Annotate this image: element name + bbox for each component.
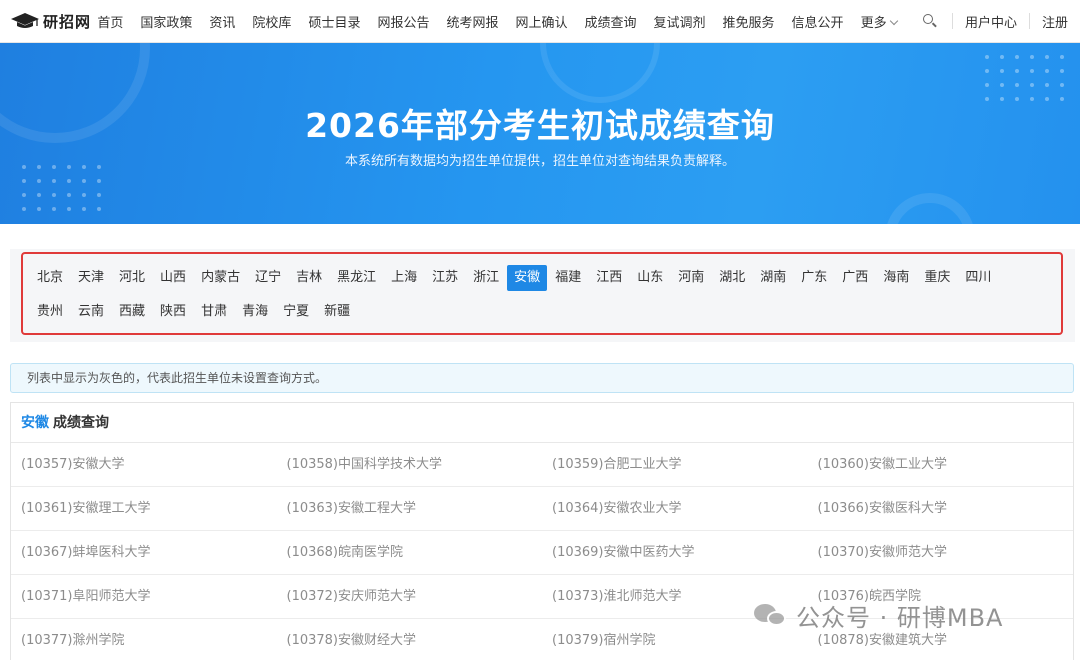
university-link: (10369)安徽中医药大学 — [552, 545, 695, 560]
search-icon[interactable] — [922, 13, 937, 29]
university-link: (10366)安徽医科大学 — [817, 501, 948, 516]
main-menu: 首页 国家政策 资讯 院校库 硕士目录 网报公告 统考网报 网上确认 成绩查询 复试调剂 推免服务信… — [97, 12, 913, 31]
university-link: (10357)安徽大学 — [21, 457, 125, 472]
nav-item[interactable]: 首页 — [97, 12, 123, 31]
watermark-text: 公众号 · 研博MBA — [796, 604, 1004, 632]
dot — [37, 207, 41, 211]
dot — [97, 193, 101, 197]
results-heading: 安徽 成绩查询 — [11, 403, 1073, 443]
dot — [22, 207, 26, 211]
dot — [985, 55, 989, 59]
university-link: (10370)安徽师范大学 — [817, 545, 948, 560]
university-link: (10359)合肥工业大学 — [552, 457, 682, 472]
dot — [97, 179, 101, 183]
site-logo[interactable]: 研招网 — [10, 11, 97, 32]
nav-divider — [952, 13, 954, 29]
page-subtitle: 本系统所有数据均为招生单位提供，招生单位对查询结果负责解释。 — [344, 154, 735, 169]
decorative-dots — [985, 55, 1065, 101]
dot — [1030, 83, 1034, 87]
dot — [1045, 69, 1049, 73]
university-link: (10363)安徽工程大学 — [286, 501, 417, 516]
dot — [82, 193, 86, 197]
dot — [52, 193, 56, 197]
nav-item-more-label: 更多 — [860, 15, 887, 31]
nav-item[interactable]: 推免服务 — [723, 12, 775, 31]
dot — [37, 179, 41, 183]
university-link: (10377)滁州学院 — [21, 633, 125, 648]
university-link: (10368)皖南医学院 — [286, 545, 404, 560]
university-link: (10360)安徽工业大学 — [817, 457, 948, 472]
nav-item[interactable]: 硕士目录 — [308, 12, 360, 31]
decorative-circle — [540, 43, 660, 103]
page-banner: 2026年部分考生初试成绩查询 本系统所有数据均为招生单位提供，招生单位对查询结… — [0, 43, 1080, 224]
chevron-down-icon — [889, 16, 898, 25]
highlight-outline — [21, 252, 1063, 335]
dot — [82, 179, 86, 183]
university-link: (10361)安徽理工大学 — [21, 501, 151, 516]
nav-item[interactable]: 统考网报 — [446, 12, 498, 31]
nav-divider — [1029, 13, 1030, 29]
dot — [1000, 55, 1004, 59]
nav-item[interactable]: 国家政策 — [140, 12, 192, 31]
dot — [1015, 83, 1019, 87]
dot — [1060, 55, 1064, 59]
dot — [1060, 83, 1064, 87]
dot — [1045, 55, 1049, 59]
dot — [1015, 69, 1019, 73]
dot — [52, 179, 56, 183]
dot — [67, 207, 71, 211]
table-row: (10357)安徽大学 (10358)中国科学技术大学 (10359)合肥工业大学 (… — [11, 443, 1073, 487]
nav-item[interactable]: 网上确认 — [515, 12, 567, 31]
university-link: (10358)中国科学技术大学 — [286, 457, 443, 472]
decorative-dots — [22, 165, 102, 211]
nav-item[interactable]: 院校库 — [252, 12, 291, 31]
dot — [1060, 69, 1064, 73]
nav-item[interactable]: 网报公告 — [377, 12, 429, 31]
dot — [985, 69, 989, 73]
dot — [22, 193, 26, 197]
nav-item[interactable]: 复试调剂 — [654, 12, 706, 31]
dot — [1045, 83, 1049, 87]
dot — [97, 207, 101, 211]
dot — [1030, 69, 1034, 73]
dot — [1000, 69, 1004, 73]
info-notice: 列表中显示为灰色的，代表此招生单位未设置查询方式。 — [10, 363, 1074, 393]
nav-item[interactable]: 资讯 — [209, 12, 235, 31]
dot — [1015, 55, 1019, 59]
logo-text: 研招网 — [43, 12, 92, 31]
university-link: (10372)安庆师范大学 — [286, 589, 417, 604]
top-navigation: 研招网 首页 国家政策 资讯 院校库 硕士目录 网报公告 统考网报 网上确认 成绩查询 复试调剂推… — [0, 0, 1080, 43]
decorative-circle — [885, 193, 975, 224]
university-link: (10378)安徽财经大学 — [286, 633, 417, 648]
nav-item[interactable]: 信息公开 — [792, 12, 844, 31]
dot — [67, 193, 71, 197]
dot — [985, 83, 989, 87]
dot — [67, 179, 71, 183]
selected-province-label: 安徽 — [21, 415, 49, 431]
dot — [82, 207, 86, 211]
dot — [37, 193, 41, 197]
results-heading-text: 成绩查询 — [53, 415, 109, 431]
watermark: 公众号 · 研博MBA — [754, 598, 1003, 633]
page-title: 2026年部分考生初试成绩查询 — [305, 106, 775, 145]
university-link: (10371)阜阳师范大学 — [21, 589, 151, 604]
dot — [1030, 55, 1034, 59]
user-center-link[interactable]: 用户中心 — [965, 12, 1017, 31]
table-row: (10361)安徽理工大学 (10363)安徽工程大学 (10364)安徽农业大学 (… — [11, 487, 1073, 531]
nav-item-more[interactable]: 更多 — [860, 12, 898, 31]
dot — [1000, 83, 1004, 87]
nav-item[interactable]: 成绩查询 — [585, 12, 637, 31]
wechat-icon — [754, 602, 788, 630]
dot — [52, 207, 56, 211]
university-link: (10364)安徽农业大学 — [552, 501, 682, 516]
university-link: (10367)蚌埠医科大学 — [21, 545, 151, 560]
dot — [22, 179, 26, 183]
graduation-cap-icon — [11, 13, 39, 28]
table-row: (10367)蚌埠医科大学 (10368)皖南医学院 (10369)安徽中医药大学 (… — [11, 531, 1073, 575]
register-link[interactable]: 注册 — [1042, 12, 1068, 31]
